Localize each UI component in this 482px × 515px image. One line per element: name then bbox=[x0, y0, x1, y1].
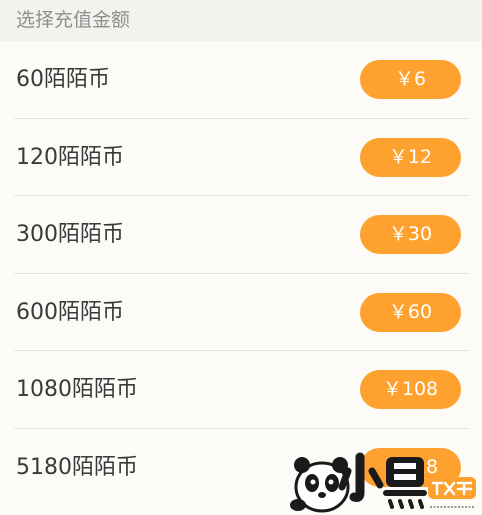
coin-amount-label: 5180陌陌币 bbox=[16, 454, 138, 480]
price-button[interactable]: ￥12 bbox=[360, 137, 461, 177]
price-button[interactable]: ￥108 bbox=[360, 370, 461, 409]
recharge-option-row[interactable]: 1080陌陌币 ￥108 bbox=[0, 351, 482, 429]
coin-amount-label: 600陌陌币 bbox=[16, 299, 124, 325]
recharge-option-row[interactable]: 300陌陌币 ￥30 bbox=[0, 196, 482, 274]
recharge-option-row[interactable]: 60陌陌币 ￥6 bbox=[0, 41, 482, 119]
recharge-option-row[interactable]: 600陌陌币 ￥60 bbox=[0, 274, 482, 351]
price-button[interactable]: ￥30 bbox=[360, 215, 461, 254]
coin-amount-label: 300陌陌币 bbox=[16, 222, 124, 247]
coin-amount-label: 60陌陌币 bbox=[16, 67, 110, 92]
recharge-option-list: 60陌陌币 ￥6 120陌陌币 ￥12 300陌陌币 ￥30 600陌陌币 ￥6… bbox=[0, 41, 482, 506]
coin-amount-label: 1080陌陌币 bbox=[16, 377, 138, 402]
recharge-option-row[interactable]: 120陌陌币 ￥12 bbox=[0, 119, 482, 196]
price-button[interactable]: ￥518 bbox=[360, 447, 461, 487]
price-button[interactable]: ￥6 bbox=[360, 60, 461, 99]
section-title: 选择充值金额 bbox=[0, 0, 482, 41]
coin-amount-label: 120陌陌币 bbox=[16, 144, 124, 170]
price-button[interactable]: ￥60 bbox=[360, 292, 461, 332]
recharge-option-row[interactable]: 5180陌陌币 ￥518 bbox=[0, 429, 482, 507]
